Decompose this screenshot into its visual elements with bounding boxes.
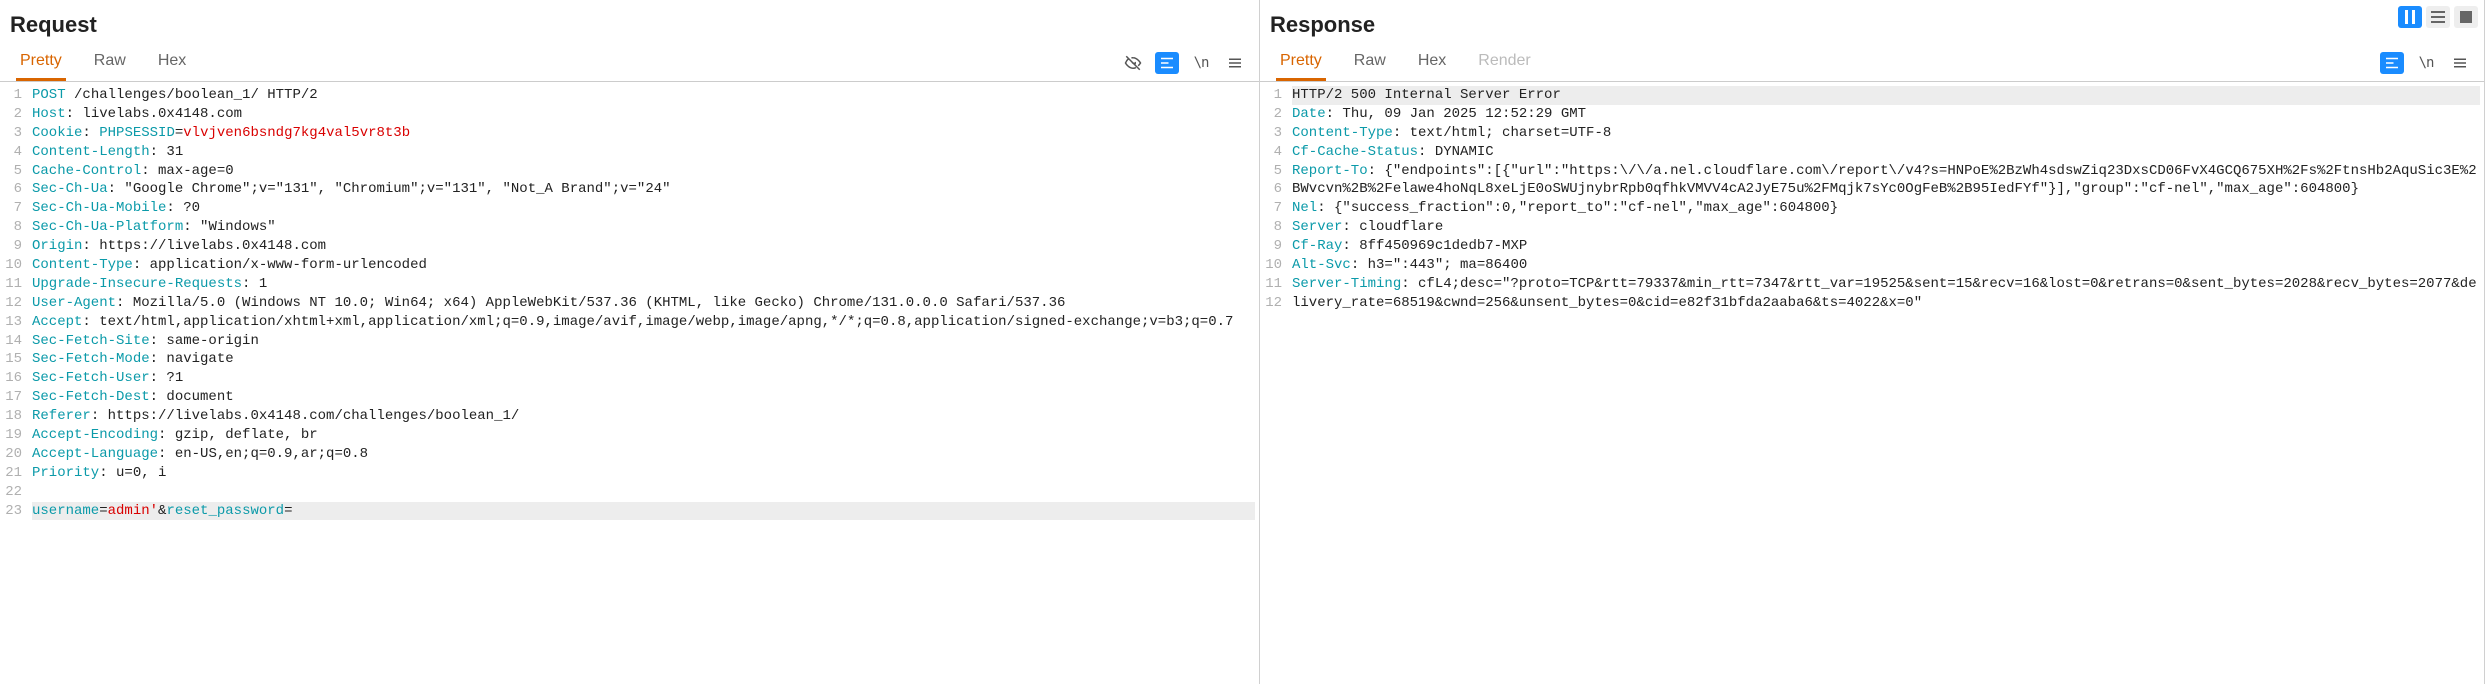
code-line[interactable]: Report-To: {"endpoints":[{"url":"https:\… [1292,162,2480,200]
request-panel: Request Pretty Raw Hex \n 1 2 3 4 5 6 7 … [0,0,1260,684]
code-line[interactable]: Cf-Ray: 8ff450969c1dedb7-MXP [1292,237,2480,256]
code-line[interactable] [1292,313,2480,332]
code-line[interactable]: Date: Thu, 09 Jan 2025 12:52:29 GMT [1292,105,2480,124]
newline-icon[interactable]: \n [2414,52,2438,74]
view-stop-icon[interactable] [2454,6,2478,28]
code-line[interactable]: User-Agent: Mozilla/5.0 (Windows NT 10.0… [32,294,1255,313]
response-gutter: 1 2 3 4 5 6 7 8 9 10 11 12 [1260,82,1288,684]
code-line[interactable]: Content-Type: application/x-www-form-url… [32,256,1255,275]
tab-pretty[interactable]: Pretty [16,44,66,81]
code-line[interactable]: Accept-Language: en-US,en;q=0.9,ar;q=0.8 [32,445,1255,464]
code-line[interactable]: Content-Length: 31 [32,143,1255,162]
code-line[interactable]: HTTP/2 500 Internal Server Error [1292,86,2480,105]
tab-raw[interactable]: Raw [1350,44,1390,81]
code-line[interactable]: Sec-Fetch-Dest: document [32,388,1255,407]
request-code[interactable]: POST /challenges/boolean_1/ HTTP/2Host: … [28,82,1259,684]
eye-off-icon[interactable] [1121,52,1145,74]
code-line[interactable]: Sec-Ch-Ua-Platform: "Windows" [32,218,1255,237]
code-line[interactable]: Priority: u=0, i [32,464,1255,483]
hamburger-icon[interactable] [2448,52,2472,74]
code-line[interactable]: POST /challenges/boolean_1/ HTTP/2 [32,86,1255,105]
code-line[interactable]: Sec-Ch-Ua-Mobile: ?0 [32,199,1255,218]
request-title: Request [0,0,1259,44]
format-icon[interactable] [1155,52,1179,74]
view-lines-icon[interactable] [2426,6,2450,28]
code-line[interactable]: Server-Timing: cfL4;desc="?proto=TCP&rtt… [1292,275,2480,313]
tab-hex[interactable]: Hex [154,44,190,81]
tab-raw[interactable]: Raw [90,44,130,81]
code-line[interactable] [32,483,1255,502]
code-line[interactable]: Sec-Fetch-Mode: navigate [32,350,1255,369]
code-line[interactable]: Host: livelabs.0x4148.com [32,105,1255,124]
response-tabbar: Pretty Raw Hex Render \n [1260,44,2484,82]
tab-render[interactable]: Render [1474,44,1534,81]
code-line[interactable]: Alt-Svc: h3=":443"; ma=86400 [1292,256,2480,275]
code-line[interactable]: username=admin'&reset_password= [32,502,1255,521]
response-editor[interactable]: 1 2 3 4 5 6 7 8 9 10 11 12 HTTP/2 500 In… [1260,82,2484,684]
request-gutter: 1 2 3 4 5 6 7 8 9 10 11 12 13 14 15 16 1… [0,82,28,684]
code-line[interactable]: Referer: https://livelabs.0x4148.com/cha… [32,407,1255,426]
request-editor[interactable]: 1 2 3 4 5 6 7 8 9 10 11 12 13 14 15 16 1… [0,82,1259,684]
code-line[interactable]: Origin: https://livelabs.0x4148.com [32,237,1255,256]
code-line[interactable]: Cache-Control: max-age=0 [32,162,1255,181]
response-code[interactable]: HTTP/2 500 Internal Server ErrorDate: Th… [1288,82,2484,684]
tab-pretty[interactable]: Pretty [1276,44,1326,81]
code-line[interactable]: Cf-Cache-Status: DYNAMIC [1292,143,2480,162]
format-icon[interactable] [2380,52,2404,74]
tab-hex[interactable]: Hex [1414,44,1450,81]
newline-icon[interactable]: \n [1189,52,1213,74]
pause-icon[interactable] [2398,6,2422,28]
code-line[interactable]: Sec-Ch-Ua: "Google Chrome";v="131", "Chr… [32,180,1255,199]
code-line[interactable]: Cookie: PHPSESSID=vlvjven6bsndg7kg4val5v… [32,124,1255,143]
code-line[interactable]: Content-Type: text/html; charset=UTF-8 [1292,124,2480,143]
code-line[interactable]: Accept: text/html,application/xhtml+xml,… [32,313,1255,332]
code-line[interactable]: Accept-Encoding: gzip, deflate, br [32,426,1255,445]
code-line[interactable] [1292,332,2480,351]
code-line[interactable]: Sec-Fetch-Site: same-origin [32,332,1255,351]
response-top-controls [2398,6,2478,28]
code-line[interactable]: Upgrade-Insecure-Requests: 1 [32,275,1255,294]
response-panel: Response Pretty Raw Hex Render \n 1 2 3 … [1260,0,2485,684]
code-line[interactable]: Nel: {"success_fraction":0,"report_to":"… [1292,199,2480,218]
code-line[interactable]: Sec-Fetch-User: ?1 [32,369,1255,388]
code-line[interactable]: Server: cloudflare [1292,218,2480,237]
hamburger-icon[interactable] [1223,52,1247,74]
request-tabbar: Pretty Raw Hex \n [0,44,1259,82]
response-title: Response [1260,0,2484,44]
